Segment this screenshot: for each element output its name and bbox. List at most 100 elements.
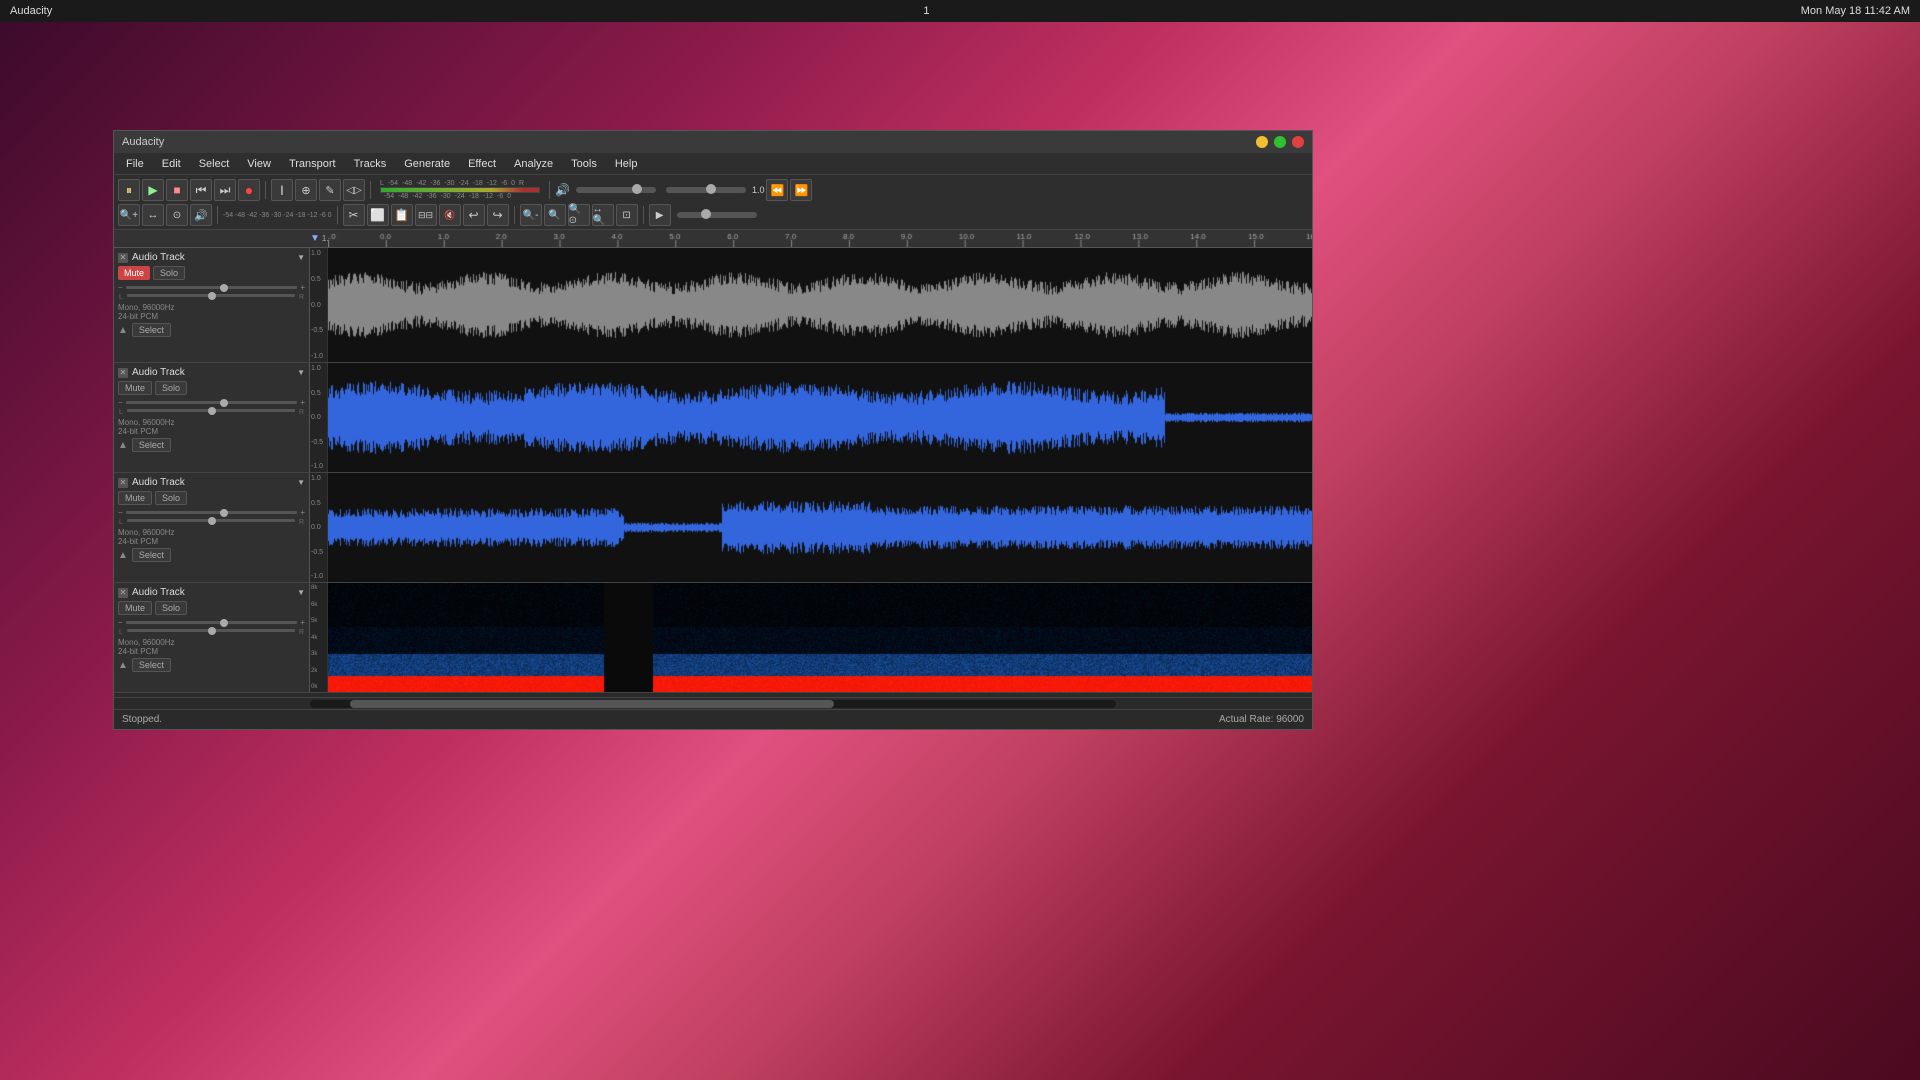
track-1-solo-button[interactable]: Solo [153, 266, 185, 280]
track-4-solo-button[interactable]: Solo [155, 601, 187, 615]
gain-tool-button[interactable]: ◁▷ [343, 179, 365, 201]
track-4-dropdown[interactable]: ▼ [297, 588, 305, 597]
track-1-mute-button[interactable]: Mute [118, 266, 150, 280]
track-3-collapse-button[interactable]: ▲ [118, 550, 128, 561]
minimize-button[interactable] [1256, 136, 1268, 148]
track-4-waveform[interactable]: 8k 6k 5k 4k 3k 2k 0k [310, 583, 1312, 692]
zoom-in-button[interactable]: 🔍+ [118, 204, 140, 226]
track-3-volume-thumb[interactable] [220, 509, 228, 517]
select-tool-button[interactable]: I [271, 179, 293, 201]
playback-thumb[interactable] [701, 209, 711, 219]
track-2-pan-slider[interactable] [127, 409, 295, 412]
track-4-volume-slider[interactable] [126, 621, 298, 624]
track-2-dropdown[interactable]: ▼ [297, 368, 305, 377]
close-button[interactable] [1292, 136, 1304, 148]
track-1-collapse-button[interactable]: ▲ [118, 325, 128, 336]
track-2-bottom: ▲ Select [118, 438, 305, 452]
track-4-pan-thumb[interactable] [208, 627, 216, 635]
track-2-solo-button[interactable]: Solo [155, 381, 187, 395]
track-4-collapse-button[interactable]: ▲ [118, 660, 128, 671]
zoom-sel-button[interactable]: 🔍 [544, 204, 566, 226]
track-3-pan-thumb[interactable] [208, 517, 216, 525]
track-3-sample-rate: Mono, 96000Hz [118, 528, 305, 537]
playback-slider[interactable] [677, 212, 757, 218]
horizontal-scrollbar[interactable] [114, 697, 1312, 709]
track-3-mute-button[interactable]: Mute [118, 491, 152, 505]
speed-slider[interactable] [666, 187, 746, 193]
redo-button[interactable]: ↪ [487, 204, 509, 226]
volume-slider[interactable] [576, 187, 656, 193]
track-1-dropdown[interactable]: ▼ [297, 253, 305, 262]
track-1-controls: ✕ Audio Track ▼ Mute Solo − [114, 248, 310, 362]
menu-effect[interactable]: Effect [460, 156, 504, 172]
track-4-select-button[interactable]: Select [132, 658, 171, 672]
menu-tracks[interactable]: Tracks [346, 156, 395, 172]
track-1-volume-thumb[interactable] [220, 284, 228, 292]
track-1-close-button[interactable]: ✕ [118, 253, 128, 263]
volume-thumb[interactable] [632, 184, 642, 194]
menu-edit[interactable]: Edit [154, 156, 189, 172]
skip-end-button[interactable]: ⏭ [214, 179, 236, 201]
track-4-mute-button[interactable]: Mute [118, 601, 152, 615]
track-2-pan-thumb[interactable] [208, 407, 216, 415]
maximize-button[interactable] [1274, 136, 1286, 148]
next-skip-button[interactable]: ⏩ [790, 179, 812, 201]
zoom-fit-h-button[interactable]: ⊡ [616, 204, 638, 226]
track-2-select-button[interactable]: Select [132, 438, 171, 452]
track-2-mute-button[interactable]: Mute [118, 381, 152, 395]
menu-analyze[interactable]: Analyze [506, 156, 561, 172]
cut-button[interactable]: ✂ [343, 204, 365, 226]
track-1-waveform[interactable]: 1.0 0.5 0.0 -0.5 -1.0 [310, 248, 1312, 362]
paste-button[interactable]: 📋 [391, 204, 413, 226]
scrollbar-track[interactable] [310, 700, 1116, 708]
transport-toolbar: ⏸ ▶ ■ ⏮ ⏭ ● I ⊕ ✎ ◁▷ L -54-48-42-36-30-2… [118, 177, 1308, 203]
track-1-pan-thumb[interactable] [208, 292, 216, 300]
multi-tool-button[interactable]: ⊕ [295, 179, 317, 201]
prev-skip-button[interactable]: ⏪ [766, 179, 788, 201]
track-1-pan-slider[interactable] [127, 294, 295, 297]
track-3-dropdown[interactable]: ▼ [297, 478, 305, 487]
track-3-waveform[interactable]: 1.0 0.5 0.0 -0.5 -1.0 [310, 473, 1312, 582]
play-button[interactable]: ▶ [142, 179, 164, 201]
scrollbar-thumb[interactable] [350, 700, 834, 708]
playback-vol-button[interactable]: 🔊 [190, 204, 212, 226]
menu-select[interactable]: Select [191, 156, 238, 172]
track-2-waveform[interactable]: 1.0 0.5 0.0 -0.5 -1.0 [310, 363, 1312, 472]
menu-transport[interactable]: Transport [281, 156, 344, 172]
track-2-volume-thumb[interactable] [220, 399, 228, 407]
track-4-close-button[interactable]: ✕ [118, 588, 128, 598]
skip-start-button[interactable]: ⏮ [190, 179, 212, 201]
track-3-pan-slider[interactable] [127, 519, 295, 522]
zoom-fit-button[interactable]: ⊙ [166, 204, 188, 226]
track-2-volume-slider[interactable] [126, 401, 298, 404]
copy-button[interactable]: ⬜ [367, 204, 389, 226]
track-3-volume-slider[interactable] [126, 511, 298, 514]
zoom-width-button[interactable]: ↔🔍 [592, 204, 614, 226]
zoom-out-button[interactable]: 🔍- [520, 204, 542, 226]
track-3-select-button[interactable]: Select [132, 548, 171, 562]
track-4-pan-slider[interactable] [127, 629, 295, 632]
track-1-volume-slider[interactable] [126, 286, 298, 289]
trim-button[interactable]: ⊟⊟ [415, 204, 437, 226]
track-1-select-button[interactable]: Select [132, 323, 171, 337]
menu-view[interactable]: View [239, 156, 279, 172]
menu-file[interactable]: File [118, 156, 152, 172]
play-sel-button[interactable]: ▶ [649, 204, 671, 226]
speed-thumb[interactable] [706, 184, 716, 194]
time-shift-button[interactable]: ↔ [142, 204, 164, 226]
pause-button[interactable]: ⏸ [118, 179, 140, 201]
zoom-fit-sel-button[interactable]: 🔍⊙ [568, 204, 590, 226]
track-3-solo-button[interactable]: Solo [155, 491, 187, 505]
menu-help[interactable]: Help [607, 156, 646, 172]
track-4-volume-thumb[interactable] [220, 619, 228, 627]
menu-generate[interactable]: Generate [396, 156, 458, 172]
track-2-collapse-button[interactable]: ▲ [118, 440, 128, 451]
draw-tool-button[interactable]: ✎ [319, 179, 341, 201]
undo-button[interactable]: ↩ [463, 204, 485, 226]
menu-tools[interactable]: Tools [563, 156, 605, 172]
track-2-close-button[interactable]: ✕ [118, 368, 128, 378]
silence-button[interactable]: 🔇 [439, 204, 461, 226]
track-3-close-button[interactable]: ✕ [118, 478, 128, 488]
record-button[interactable]: ● [238, 179, 260, 201]
stop-button[interactable]: ■ [166, 179, 188, 201]
